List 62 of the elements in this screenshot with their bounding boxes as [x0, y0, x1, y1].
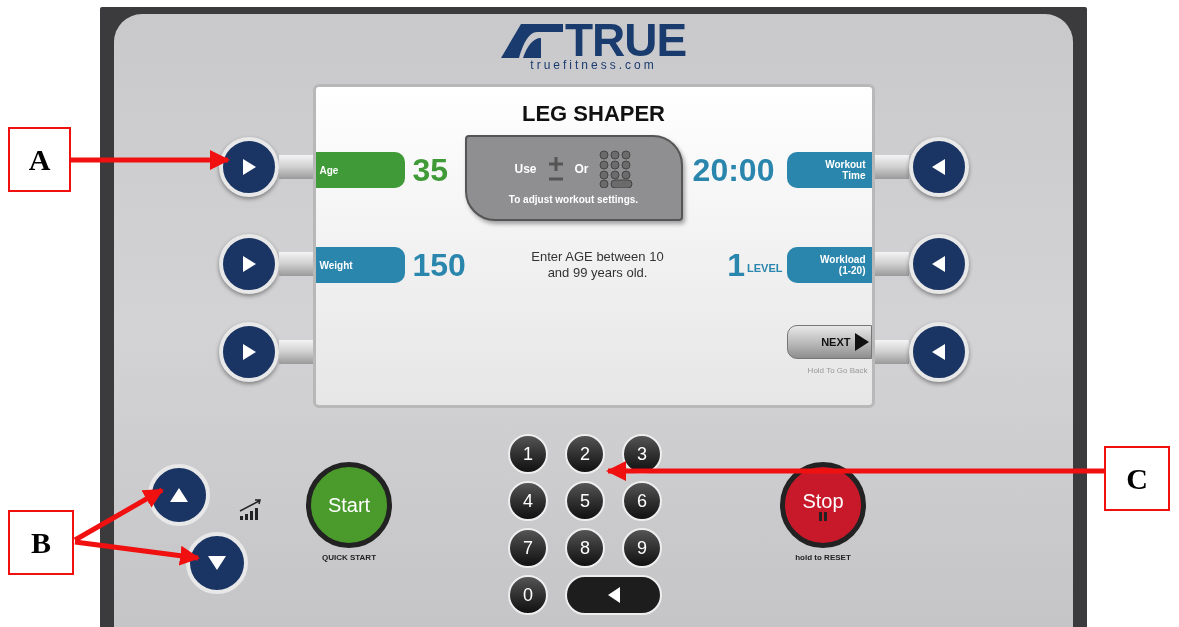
play-icon — [240, 255, 257, 273]
stop-caption: hold to RESET — [795, 552, 851, 564]
button-connector — [874, 252, 909, 276]
use-label: Use — [514, 160, 537, 178]
side-button[interactable] — [908, 322, 969, 382]
hold-hint: Hold To Go Back — [807, 365, 868, 377]
field-label[interactable]: Weight — [315, 247, 405, 283]
keypad-key[interactable]: 5 — [565, 481, 605, 521]
button-connector — [278, 155, 313, 179]
play-icon — [240, 343, 257, 361]
hint-text: To adjust workout settings. — [508, 192, 639, 207]
logo-wordmark: TRUE — [564, 22, 687, 58]
keypad-key[interactable]: 0 — [508, 575, 548, 615]
keypad-icon — [598, 149, 633, 188]
website-label: truefitness.com — [530, 58, 657, 72]
keypad-key[interactable]: 2 — [565, 434, 605, 474]
field-label[interactable]: Workload (1-20) — [786, 247, 872, 283]
annotation-label: A — [8, 127, 71, 192]
keypad-key[interactable]: 4 — [508, 481, 548, 521]
keypad-key[interactable]: 8 — [565, 528, 605, 568]
backspace-key[interactable] — [565, 575, 662, 615]
pause-icon — [819, 511, 827, 521]
left-triangle-icon — [930, 255, 947, 273]
side-button[interactable] — [218, 234, 279, 294]
field-value: 20:00 — [692, 153, 775, 187]
unit-label: LEVEL — [747, 260, 783, 276]
side-button[interactable] — [218, 322, 279, 382]
left-triangle-icon — [930, 158, 947, 176]
stop-button[interactable]: Stop — [780, 462, 866, 548]
button-connector — [278, 252, 313, 276]
next-button[interactable]: NEXT — [786, 325, 872, 359]
field-value: 1 — [727, 248, 746, 282]
left-triangle-icon — [930, 343, 947, 361]
side-button[interactable] — [218, 137, 279, 197]
keypad-key[interactable]: 6 — [622, 481, 662, 521]
side-button[interactable] — [908, 137, 969, 197]
keypad-key[interactable]: 9 — [622, 528, 662, 568]
annotation-label: C — [1104, 446, 1170, 511]
plus-minus-icon — [546, 155, 565, 182]
play-icon — [854, 333, 869, 351]
keypad-key[interactable]: 7 — [508, 528, 548, 568]
button-connector — [278, 340, 313, 364]
logo-mark-icon — [500, 24, 563, 58]
field-label[interactable]: Age — [315, 152, 405, 188]
side-button[interactable] — [908, 234, 969, 294]
incline-chart-icon — [239, 499, 263, 521]
field-value: 150 — [412, 248, 467, 282]
screen-title: LEG SHAPER — [522, 100, 665, 128]
annotation-label: B — [8, 510, 74, 575]
start-button[interactable]: Start — [306, 462, 392, 548]
start-caption: QUICK START — [321, 552, 377, 564]
down-triangle-icon — [208, 556, 226, 570]
field-label[interactable]: Workout Time — [786, 152, 872, 188]
up-triangle-icon — [170, 488, 188, 502]
left-triangle-icon — [607, 587, 620, 603]
keypad-key[interactable]: 1 — [508, 434, 548, 474]
field-value: 35 — [412, 153, 450, 187]
play-icon — [240, 158, 257, 176]
button-connector — [874, 155, 909, 179]
prompt-text: Enter AGE between 10 and 99 years old. — [530, 249, 665, 281]
button-connector — [874, 340, 909, 364]
or-label: Or — [574, 160, 589, 178]
